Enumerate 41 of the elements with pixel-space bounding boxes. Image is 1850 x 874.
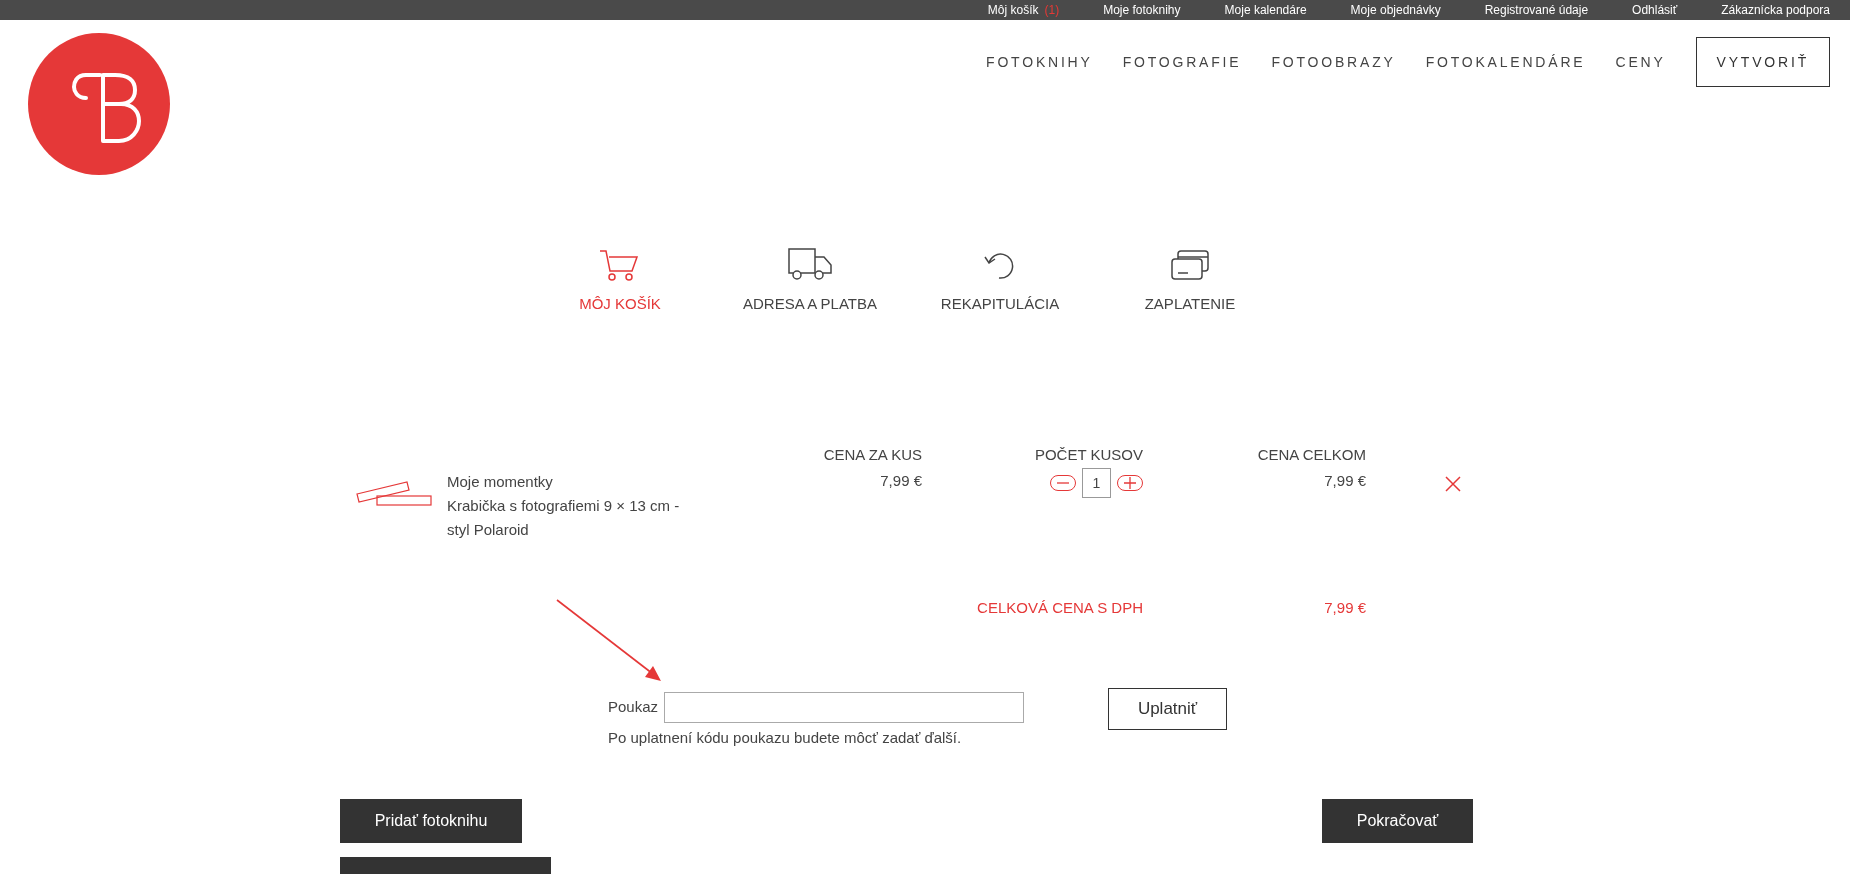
credit-card-icon — [1170, 249, 1210, 281]
top-bar-link[interactable]: Odhlásiť — [1632, 1, 1678, 19]
quantity-field[interactable]: 1 — [1082, 468, 1111, 498]
add-photobook-button[interactable]: Pridať fotoknihu — [340, 799, 522, 843]
logo[interactable] — [28, 33, 170, 175]
apply-button[interactable]: Uplatniť — [1108, 687, 1228, 730]
checkout-step[interactable]: REKAPITULÁCIA — [905, 245, 1095, 316]
voucher-label: Poukaz — [608, 696, 659, 717]
create-button[interactable]: VYTVORIŤ — [1695, 37, 1830, 87]
top-bar-link[interactable]: Moje kalendáre — [1224, 1, 1307, 19]
checkout-step[interactable]: MÔJ KOŠÍK — [525, 245, 715, 316]
nav-link[interactable]: FOTOKNIHY — [986, 51, 1093, 73]
nav-link[interactable]: CENY — [1615, 51, 1666, 73]
unit-price: 7,99 € — [879, 471, 922, 491]
product-description: Krabička s fotografiemi 9 × 13 cm - styl Polaroid — [447, 496, 681, 540]
photo-box-icon — [355, 480, 433, 508]
top-bar-link[interactable]: Moje fotoknihy — [1103, 1, 1181, 19]
top-bar-link[interactable]: Registrované údaje — [1484, 1, 1589, 19]
remove-icon[interactable] — [1445, 476, 1461, 492]
checkout-step[interactable]: ZAPLATENIE — [1095, 245, 1285, 316]
plus-icon — [1124, 477, 1136, 489]
voucher-hint: Po uplatnení kódu poukazu budete môcť zadať ďalší. — [608, 727, 963, 748]
total-value: 7,99 € — [1324, 599, 1366, 616]
minus-icon — [1057, 482, 1069, 484]
product-title: Moje momentky — [447, 472, 554, 492]
truck-icon — [787, 247, 833, 281]
cart-icon — [599, 249, 641, 281]
voucher-field[interactable] — [664, 691, 1025, 723]
column-header: CENA ZA KUS — [822, 444, 922, 465]
top-bar-link[interactable]: Môj košík (1) — [987, 1, 1060, 19]
top-bar-link[interactable]: Moje objednávky — [1350, 1, 1441, 19]
item-total: 7,99 € — [1323, 471, 1366, 491]
column-header: POČET KUSOV — [1033, 444, 1143, 465]
checkout-step[interactable]: ADRESA A PLATBA — [715, 245, 905, 316]
column-header: CENA CELKOM — [1256, 444, 1366, 465]
nav-link[interactable]: FOTOGRAFIE — [1122, 51, 1242, 73]
top-bar-link[interactable]: Zákaznícka podpora — [1721, 1, 1830, 19]
nav-link[interactable]: FOTOKALENDÁRE — [1425, 51, 1586, 73]
nav-link[interactable]: FOTOOBRAZY — [1271, 51, 1396, 73]
total-label: CELKOVÁ CENA S DPH — [977, 599, 1143, 616]
continue-button[interactable]: Pokračovať — [1322, 799, 1473, 843]
